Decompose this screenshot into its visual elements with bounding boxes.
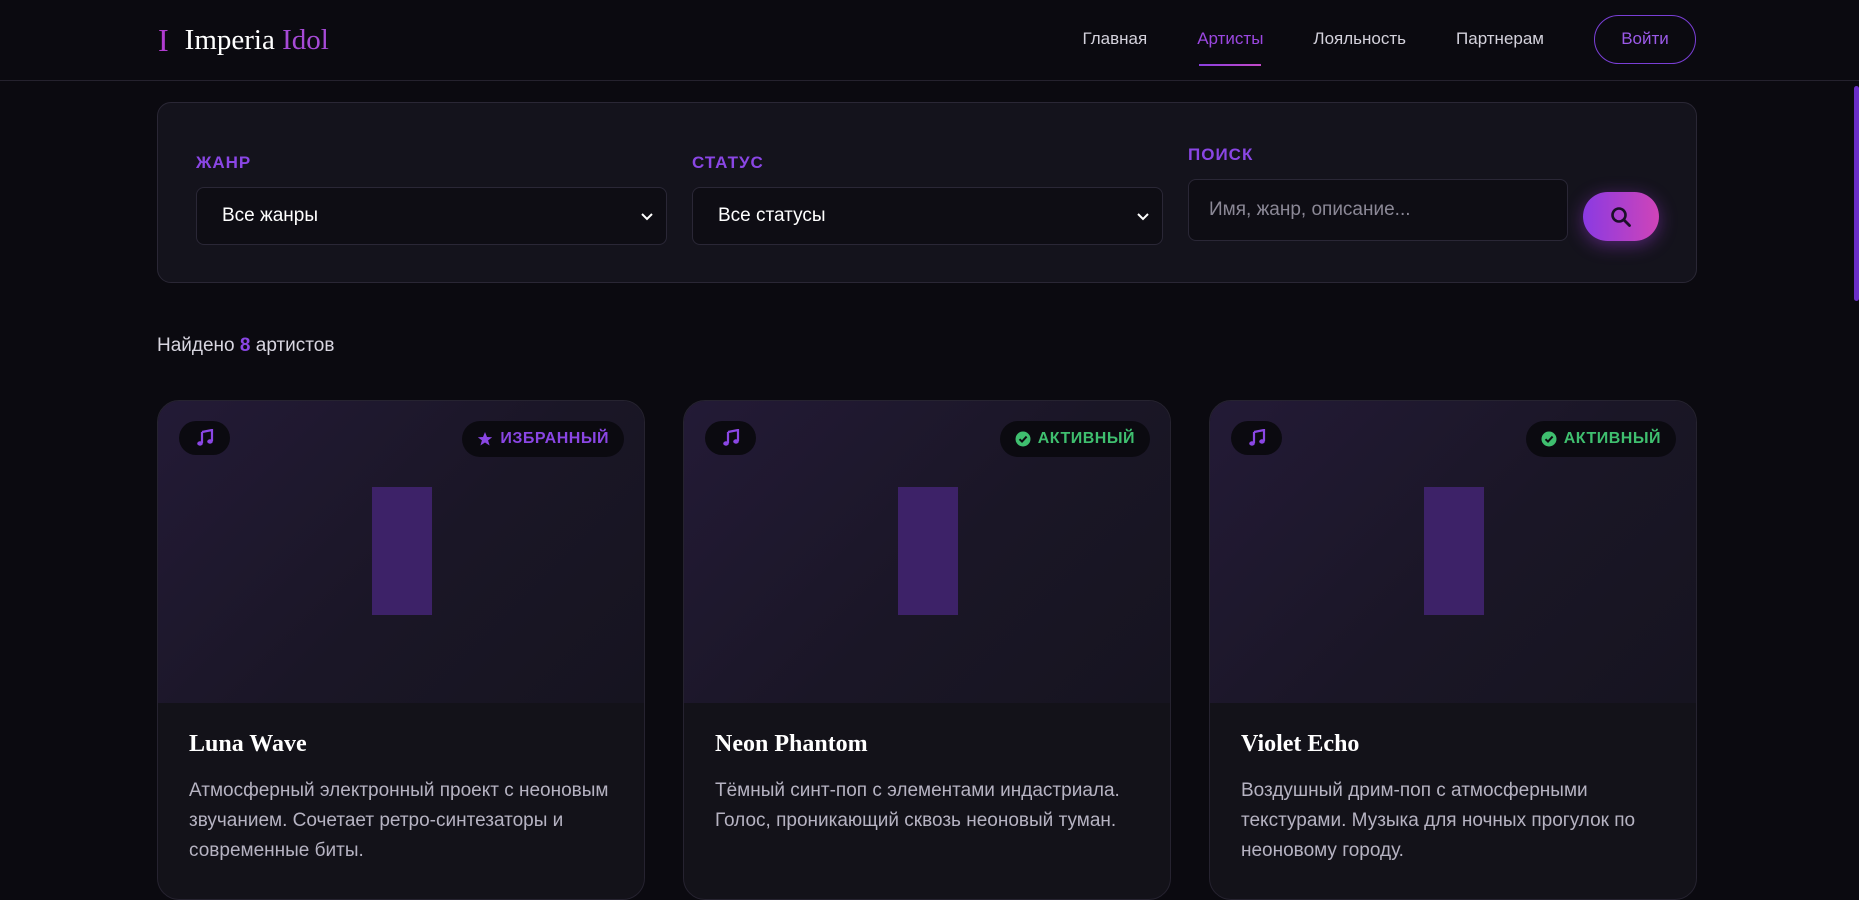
- image-placeholder: [372, 487, 432, 615]
- music-note-icon: [196, 429, 213, 446]
- check-circle-icon: [1541, 431, 1557, 447]
- artist-name[interactable]: Luna Wave: [189, 731, 307, 758]
- artist-card[interactable]: ИЗБРАННЫЙ Luna Wave Атмосферный электрон…: [157, 400, 645, 900]
- logo-text-idol: Idol: [282, 23, 329, 56]
- results-suffix: артистов: [255, 335, 335, 356]
- status-badge-label: АКТИВНЫЙ: [1037, 430, 1135, 447]
- results-count: Найдено 8 артистов: [157, 335, 334, 357]
- image-placeholder: [1424, 487, 1484, 615]
- search-placeholder: Имя, жанр, описание...: [1209, 199, 1411, 220]
- image-placeholder: [898, 487, 958, 615]
- status-select[interactable]: Все статусы: [692, 187, 1163, 245]
- nav-artists[interactable]: Артисты: [1197, 14, 1263, 66]
- genre-label: ЖАНР: [196, 153, 252, 172]
- filters-panel: ЖАНР Все жанры СТАТУС Все статусы ПОИСК …: [157, 102, 1697, 283]
- logo-text-imperia: Imperia: [184, 23, 275, 56]
- logo[interactable]: I Imperia Idol: [158, 20, 329, 60]
- status-badge-label: АКТИВНЫЙ: [1563, 430, 1661, 447]
- results-number: 8: [239, 335, 251, 356]
- nav-home[interactable]: Главная: [1082, 14, 1147, 64]
- search-input[interactable]: Имя, жанр, описание...: [1188, 179, 1568, 241]
- chevron-down-icon: [1137, 213, 1149, 221]
- artist-description: Атмосферный электронный проект с неоновы…: [189, 780, 609, 861]
- chevron-down-icon: [641, 213, 653, 221]
- search-label: ПОИСК: [1188, 145, 1254, 164]
- genre-select[interactable]: Все жанры: [196, 187, 667, 245]
- music-badge: [1231, 421, 1282, 455]
- status-select-value: Все статусы: [718, 205, 826, 226]
- artist-name[interactable]: Neon Phantom: [715, 731, 868, 758]
- logo-mark: I: [158, 21, 169, 58]
- scrollbar-thumb[interactable]: [1854, 86, 1859, 301]
- music-badge: [705, 421, 756, 455]
- nav-loyalty[interactable]: Лояльность: [1313, 14, 1406, 64]
- login-button[interactable]: Войти: [1594, 14, 1696, 64]
- music-badge: [179, 421, 230, 455]
- artist-card[interactable]: АКТИВНЫЙ Neon Phantom Тёмный синт-поп с …: [683, 400, 1171, 900]
- status-badge: ИЗБРАННЫЙ: [462, 421, 624, 457]
- artist-description: Тёмный синт-поп с элементами индастриала…: [715, 780, 1120, 831]
- search-button[interactable]: [1583, 192, 1659, 241]
- main-nav: Главная Артисты Лояльность Партнерам Вой…: [1082, 14, 1696, 66]
- site-header: I Imperia Idol Главная Артисты Лояльност…: [0, 0, 1859, 81]
- genre-select-value: Все жанры: [222, 205, 319, 226]
- status-label: СТАТУС: [692, 153, 764, 172]
- status-badge: АКТИВНЫЙ: [999, 421, 1150, 457]
- artist-name[interactable]: Violet Echo: [1241, 731, 1359, 758]
- music-note-icon: [722, 429, 739, 446]
- status-badge-label: ИЗБРАННЫЙ: [500, 430, 609, 447]
- search-icon: [1611, 206, 1631, 227]
- music-note-icon: [1248, 429, 1265, 446]
- artist-description: Воздушный дрим-поп с атмосферными тексту…: [1241, 780, 1636, 861]
- star-icon: [478, 432, 493, 446]
- artist-card[interactable]: АКТИВНЫЙ Violet Echo Воздушный дрим-поп …: [1209, 400, 1697, 900]
- results-prefix: Найдено: [157, 335, 235, 356]
- nav-partners[interactable]: Партнерам: [1456, 14, 1544, 64]
- status-badge: АКТИВНЫЙ: [1525, 421, 1676, 457]
- check-circle-icon: [1015, 431, 1031, 447]
